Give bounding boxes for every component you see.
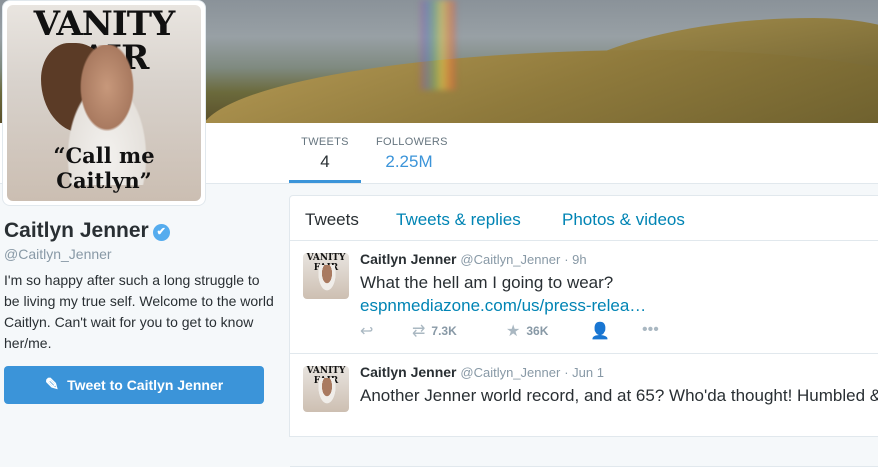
tweet-text: Another Jenner world record, and at 65? … — [360, 384, 878, 407]
tab-photos-videos[interactable]: Photos & videos — [562, 210, 685, 230]
reply-button[interactable]: ↩ — [360, 321, 373, 341]
follow-button[interactable]: 👤 — [590, 321, 610, 341]
stat-tweets[interactable]: TWEETS 4 — [289, 123, 361, 183]
profile-avatar[interactable]: VANITY FAIR “Call me Caitlyn” — [2, 0, 206, 206]
stat-value: 2.25M — [385, 152, 433, 171]
tweet-time[interactable]: · 9h — [564, 252, 586, 267]
timeline-tabs: Tweets Tweets & replies Photos & videos — [290, 196, 878, 241]
stat-value: 4 — [320, 152, 330, 171]
cover-text: “Call me Caitlyn” — [53, 143, 155, 193]
tweet-to-button[interactable]: ✎ Tweet to Caitlyn Jenner — [4, 366, 264, 404]
more-dots-icon: ••• — [642, 321, 659, 338]
stat-label: FOLLOWERS — [376, 136, 448, 148]
tweet-header: Caitlyn Jenner @Caitlyn_Jenner · Jun 1 — [360, 364, 604, 380]
add-user-icon: 👤 — [590, 323, 610, 340]
tweet-avatar[interactable]: VANITY FAIR — [303, 253, 349, 299]
tweet-body: What the hell am I going to wear? — [360, 273, 614, 292]
tab-tweets-replies[interactable]: Tweets & replies — [396, 210, 521, 230]
stat-followers[interactable]: FOLLOWERS 2.25M — [376, 123, 448, 183]
tweet-avatar-figure — [317, 265, 337, 293]
more-button[interactable]: ••• — [642, 321, 659, 339]
verified-badge-icon: ✔ — [152, 224, 170, 241]
tweet-item[interactable]: VANITY FAIR Caitlyn Jenner @Caitlyn_Jenn… — [290, 241, 878, 354]
timeline: Tweets Tweets & replies Photos & videos … — [289, 195, 878, 467]
tweet-to-label: Tweet to Caitlyn Jenner — [67, 377, 224, 393]
tweet-author-handle[interactable]: @Caitlyn_Jenner — [460, 252, 560, 267]
tweet-header: Caitlyn Jenner @Caitlyn_Jenner · 9h — [360, 251, 587, 267]
tab-tweets[interactable]: Tweets — [305, 210, 359, 230]
reply-icon: ↩ — [360, 323, 374, 340]
tweet-link[interactable]: espnmediazone.com/us/press-relea… — [360, 294, 878, 317]
banner-rainbow — [420, 0, 456, 90]
retweet-button[interactable]: ⇄ 7.3K — [412, 321, 457, 341]
tweet-time[interactable]: · Jun 1 — [564, 365, 604, 380]
avatar-image: VANITY FAIR “Call me Caitlyn” — [7, 5, 201, 201]
tweet-author-handle[interactable]: @Caitlyn_Jenner — [460, 365, 560, 380]
profile-bio: I'm so happy after such a long struggle … — [4, 272, 274, 351]
tweet-avatar-figure — [317, 378, 337, 406]
compose-quill-icon: ✎ — [44, 375, 60, 394]
profile-name[interactable]: Caitlyn Jenner ✔ — [4, 219, 170, 243]
tweet-body: Another Jenner world record, and at 65? … — [360, 386, 878, 405]
star-icon: ★ — [506, 323, 521, 340]
tweet-author-name[interactable]: Caitlyn Jenner — [360, 251, 456, 267]
tweet-avatar[interactable]: VANITY FAIR — [303, 366, 349, 412]
tweet-item[interactable]: VANITY FAIR Caitlyn Jenner @Caitlyn_Jenn… — [290, 354, 878, 467]
retweet-count: 7.3K — [431, 324, 457, 338]
tweet-author-name[interactable]: Caitlyn Jenner — [360, 364, 456, 380]
banner-hill-shape — [200, 50, 878, 123]
profile-handle[interactable]: @Caitlyn_Jenner — [4, 246, 112, 262]
profile-name-text: Caitlyn Jenner — [4, 219, 149, 242]
stat-label: TWEETS — [301, 136, 349, 148]
like-count: 36K — [526, 324, 549, 338]
retweet-icon: ⇄ — [412, 323, 426, 340]
tweet-text: What the hell am I going to wear? espnme… — [360, 271, 878, 317]
like-button[interactable]: ★ 36K — [506, 321, 548, 341]
